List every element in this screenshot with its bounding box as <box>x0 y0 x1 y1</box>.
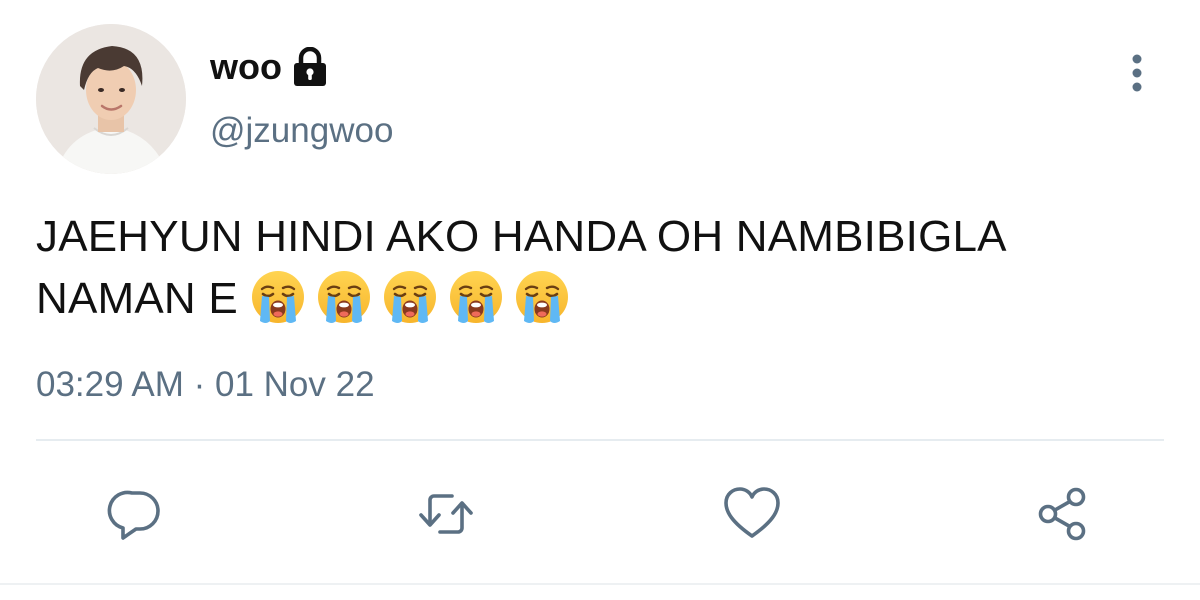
tweet-text-line-1: JAEHYUN HINDI AKO HANDA OH NAMBIBIGLA <box>36 212 1007 261</box>
emoji-group <box>248 267 572 327</box>
reply-icon <box>107 490 160 540</box>
loudly-crying-face-emoji <box>251 271 304 324</box>
loudly-crying-face-emoji <box>515 271 568 324</box>
divider <box>36 439 1164 441</box>
more-vertical-icon[interactable] <box>1123 52 1151 96</box>
tweet-text-line-2-text: NAMAN E <box>36 274 238 323</box>
tweet-text: JAEHYUN HINDI AKO HANDA OH NAMBIBIGLA NA… <box>36 206 1156 331</box>
loudly-crying-face-emoji <box>383 271 436 324</box>
tweet-timestamp[interactable]: 03:29 AM · 01 Nov 22 <box>36 362 375 408</box>
reply-button[interactable] <box>106 484 166 544</box>
tweet-text-line-2: NAMAN E <box>36 268 1156 331</box>
avatar[interactable] <box>36 24 186 174</box>
share-button[interactable] <box>1032 484 1092 544</box>
display-name[interactable]: woo <box>210 44 282 90</box>
share-icon <box>1038 487 1086 541</box>
author-name-row: woo <box>210 44 328 90</box>
lock-icon <box>292 46 328 87</box>
heart-icon <box>724 487 780 538</box>
retweet-icon <box>419 494 473 534</box>
bottom-divider <box>0 583 1200 585</box>
user-handle[interactable]: @jzungwoo <box>210 108 393 154</box>
retweet-button[interactable] <box>416 484 476 544</box>
loudly-crying-face-emoji <box>449 271 502 324</box>
loudly-crying-face-emoji <box>317 271 370 324</box>
like-button[interactable] <box>722 484 782 544</box>
avatar-photo <box>36 24 186 174</box>
